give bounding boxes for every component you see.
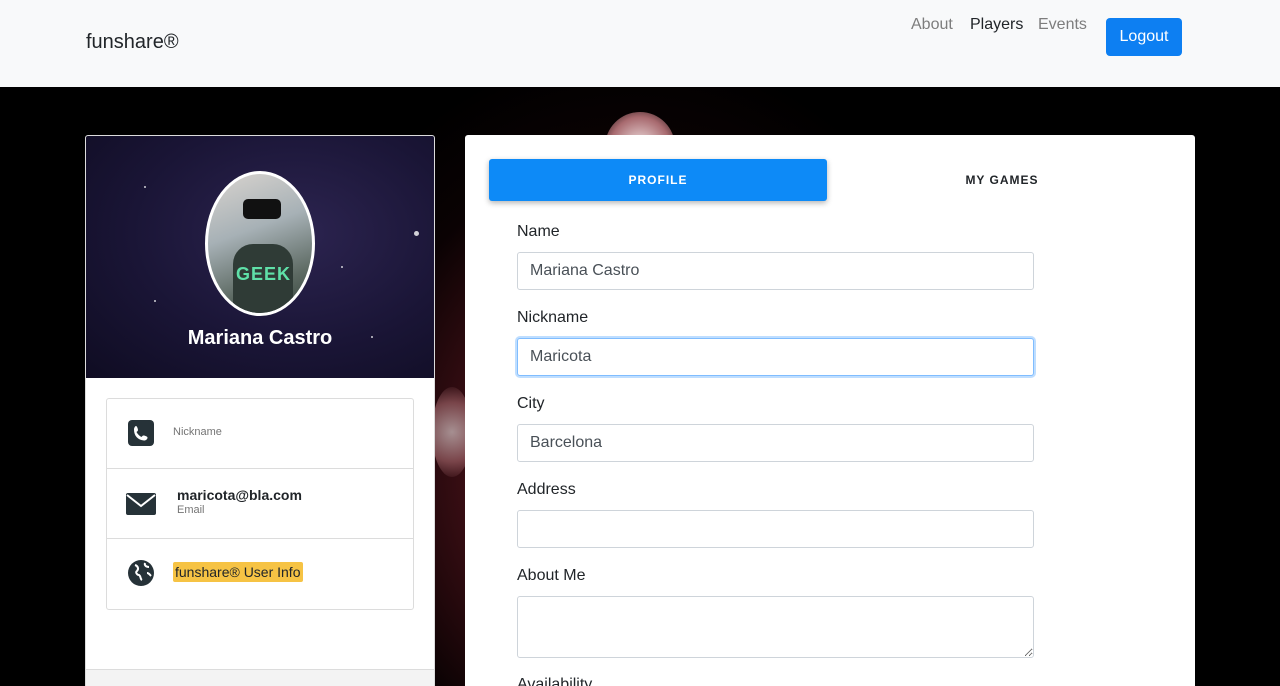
profile-card-footer <box>86 669 434 686</box>
nickname-input[interactable] <box>517 338 1034 376</box>
info-item-userinfo: funshare® User Info <box>107 539 413 609</box>
name-input[interactable] <box>517 252 1034 290</box>
avatar-vr-headset <box>243 199 281 219</box>
address-label: Address <box>517 481 576 498</box>
name-label: Name <box>517 223 560 240</box>
star <box>144 186 146 188</box>
email-value: maricota@bla.com <box>177 487 302 503</box>
nickname-label: Nickname <box>517 309 589 326</box>
nickname-label: Nickname <box>173 426 222 438</box>
availability-label: Availability <box>517 676 593 686</box>
profile-form-panel: PROFILE MY GAMES Name Nickname City Addr… <box>465 135 1195 686</box>
profile-card-header: GEEK Mariana Castro <box>86 136 434 378</box>
navbar: funshare® About Players Events Logout <box>0 0 1280 87</box>
avatar: GEEK <box>205 171 315 316</box>
nav-link-events[interactable]: Events <box>1038 16 1087 34</box>
star <box>341 266 343 268</box>
star <box>414 231 419 236</box>
globe-icon <box>128 560 154 586</box>
info-item-email: maricota@bla.com Email <box>107 469 413 539</box>
email-label: Email <box>177 504 205 516</box>
envelope-icon <box>126 493 156 515</box>
phone-icon <box>128 420 154 446</box>
profile-name: Mariana Castro <box>187 327 333 349</box>
star <box>154 300 156 302</box>
brand-logo[interactable]: funshare® <box>86 31 179 54</box>
tab-profile[interactable]: PROFILE <box>489 159 827 201</box>
nav-link-players[interactable]: Players <box>970 16 1023 34</box>
nav-link-about[interactable]: About <box>911 16 953 34</box>
address-input[interactable] <box>517 510 1034 548</box>
tab-my-games[interactable]: MY GAMES <box>827 159 1177 201</box>
profile-info-list: Nickname maricota@bla.com Email funshare… <box>106 398 414 610</box>
about-me-textarea[interactable] <box>517 596 1034 658</box>
city-label: City <box>517 395 545 412</box>
logout-button[interactable]: Logout <box>1106 18 1182 56</box>
profile-card: GEEK Mariana Castro Nickname maricota@bl… <box>85 135 435 686</box>
info-item-nickname: Nickname <box>107 399 413 469</box>
city-input[interactable] <box>517 424 1034 462</box>
user-info-badge[interactable]: funshare® User Info <box>173 562 303 582</box>
about-me-label: About Me <box>517 567 586 584</box>
avatar-shirt-text: GEEK <box>236 264 292 284</box>
